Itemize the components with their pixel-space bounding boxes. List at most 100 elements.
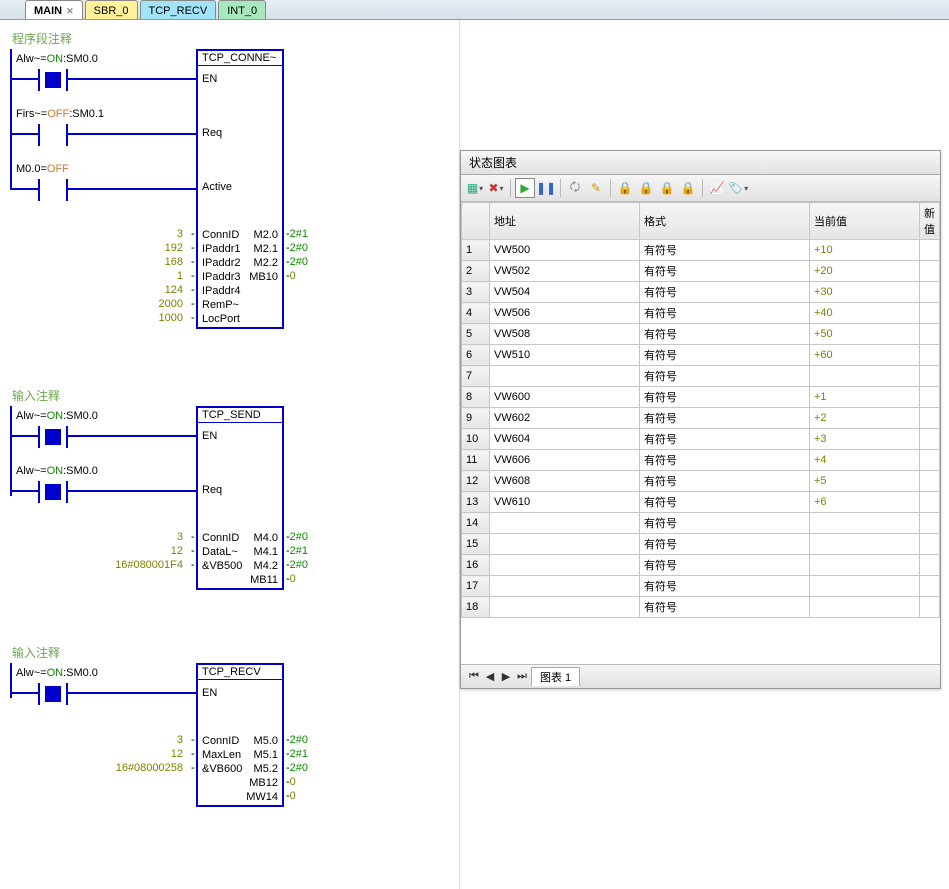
function-block[interactable]: TCP_RECVENConnIDM5.0MaxLenM5.1&VB600M5.2…: [196, 663, 284, 807]
table-row[interactable]: 13VW610有符号+6: [462, 492, 940, 513]
cell-format[interactable]: 有符号: [640, 324, 810, 345]
close-icon[interactable]: ✕: [66, 6, 74, 17]
cell-format[interactable]: 有符号: [640, 303, 810, 324]
cell-address[interactable]: VW602: [490, 408, 640, 429]
lock-add-button[interactable]: 🔒: [657, 178, 677, 198]
cell-address[interactable]: VW606: [490, 450, 640, 471]
cell-newvalue[interactable]: [920, 240, 940, 261]
function-block[interactable]: TCP_SENDENReqConnIDM4.0DataL~M4.1&VB500M…: [196, 406, 284, 590]
cell-value[interactable]: +5: [810, 471, 920, 492]
cell-address[interactable]: VW508: [490, 324, 640, 345]
lock-del-button[interactable]: 🔒: [678, 178, 698, 198]
cell-value[interactable]: [810, 366, 920, 387]
delete-row-button[interactable]: ✖▾: [486, 178, 506, 198]
cell-value[interactable]: [810, 534, 920, 555]
cell-format[interactable]: 有符号: [640, 240, 810, 261]
table-row[interactable]: 6VW510有符号+60: [462, 345, 940, 366]
cell-newvalue[interactable]: [920, 303, 940, 324]
table-row[interactable]: 17有符号: [462, 576, 940, 597]
table-row[interactable]: 15有符号: [462, 534, 940, 555]
function-block[interactable]: TCP_CONNE~ENReqActiveConnIDM2.0IPaddr1M2…: [196, 49, 284, 329]
cell-value[interactable]: +4: [810, 450, 920, 471]
tab-sbr_0[interactable]: SBR_0: [85, 0, 138, 19]
cell-address[interactable]: VW510: [490, 345, 640, 366]
cell-format[interactable]: 有符号: [640, 450, 810, 471]
run-button[interactable]: ▶: [515, 178, 535, 198]
cell-newvalue[interactable]: [920, 555, 940, 576]
cell-value[interactable]: [810, 555, 920, 576]
cell-newvalue[interactable]: [920, 282, 940, 303]
cell-format[interactable]: 有符号: [640, 282, 810, 303]
trend-button[interactable]: 📈: [707, 178, 727, 198]
cell-format[interactable]: 有符号: [640, 534, 810, 555]
table-row[interactable]: 14有符号: [462, 513, 940, 534]
cell-newvalue[interactable]: [920, 576, 940, 597]
cell-format[interactable]: 有符号: [640, 492, 810, 513]
nav-last-icon[interactable]: ⏭: [515, 670, 529, 683]
tab-main[interactable]: MAIN✕: [25, 0, 83, 19]
cell-address[interactable]: [490, 366, 640, 387]
col-format[interactable]: 格式: [640, 203, 810, 240]
tab-int_0[interactable]: INT_0: [218, 0, 266, 19]
cell-format[interactable]: 有符号: [640, 345, 810, 366]
cell-format[interactable]: 有符号: [640, 597, 810, 618]
cell-value[interactable]: +10: [810, 240, 920, 261]
cell-address[interactable]: [490, 513, 640, 534]
cell-address[interactable]: VW500: [490, 240, 640, 261]
col-value[interactable]: 当前值: [810, 203, 920, 240]
col-newvalue[interactable]: 新值: [920, 203, 940, 240]
cell-newvalue[interactable]: [920, 408, 940, 429]
lock1-button[interactable]: 🔒: [615, 178, 635, 198]
table-row[interactable]: 18有符号: [462, 597, 940, 618]
cell-value[interactable]: +30: [810, 282, 920, 303]
cell-address[interactable]: VW502: [490, 261, 640, 282]
cell-address[interactable]: [490, 534, 640, 555]
nav-prev-icon[interactable]: ◀: [483, 670, 497, 683]
cell-value[interactable]: [810, 576, 920, 597]
cell-newvalue[interactable]: [920, 471, 940, 492]
cell-format[interactable]: 有符号: [640, 261, 810, 282]
nav-first-icon[interactable]: ⏮: [467, 670, 481, 683]
sheet-tab[interactable]: 图表 1: [531, 667, 580, 686]
cell-value[interactable]: +60: [810, 345, 920, 366]
cell-newvalue[interactable]: [920, 597, 940, 618]
refresh-button[interactable]: 🗘: [565, 178, 585, 198]
cell-format[interactable]: 有符号: [640, 576, 810, 597]
cell-address[interactable]: VW600: [490, 387, 640, 408]
contact[interactable]: [38, 179, 68, 201]
cell-format[interactable]: 有符号: [640, 555, 810, 576]
new-row-button[interactable]: ▦▾: [465, 178, 485, 198]
cell-address[interactable]: [490, 555, 640, 576]
nav-next-icon[interactable]: ▶: [499, 670, 513, 683]
cell-address[interactable]: [490, 576, 640, 597]
table-row[interactable]: 11VW606有符号+4: [462, 450, 940, 471]
status-grid-scroll[interactable]: 地址 格式 当前值 新值 1VW500有符号+102VW502有符号+203VW…: [461, 202, 940, 664]
table-row[interactable]: 16有符号: [462, 555, 940, 576]
cell-newvalue[interactable]: [920, 450, 940, 471]
table-row[interactable]: 10VW604有符号+3: [462, 429, 940, 450]
cell-format[interactable]: 有符号: [640, 471, 810, 492]
cell-newvalue[interactable]: [920, 366, 940, 387]
cell-address[interactable]: VW604: [490, 429, 640, 450]
cell-value[interactable]: +1: [810, 387, 920, 408]
cell-format[interactable]: 有符号: [640, 366, 810, 387]
cell-value[interactable]: +20: [810, 261, 920, 282]
cell-address[interactable]: VW504: [490, 282, 640, 303]
cell-value[interactable]: +40: [810, 303, 920, 324]
cell-format[interactable]: 有符号: [640, 429, 810, 450]
cell-format[interactable]: 有符号: [640, 408, 810, 429]
contact[interactable]: [38, 124, 68, 146]
cell-value[interactable]: +6: [810, 492, 920, 513]
table-row[interactable]: 5VW508有符号+50: [462, 324, 940, 345]
edit-button[interactable]: ✎: [586, 178, 606, 198]
table-row[interactable]: 12VW608有符号+5: [462, 471, 940, 492]
tag-button[interactable]: 🏷▾: [728, 178, 748, 198]
col-address[interactable]: 地址: [490, 203, 640, 240]
cell-address[interactable]: VW610: [490, 492, 640, 513]
cell-newvalue[interactable]: [920, 513, 940, 534]
table-row[interactable]: 7有符号: [462, 366, 940, 387]
cell-address[interactable]: [490, 597, 640, 618]
cell-newvalue[interactable]: [920, 324, 940, 345]
cell-value[interactable]: +2: [810, 408, 920, 429]
cell-format[interactable]: 有符号: [640, 387, 810, 408]
